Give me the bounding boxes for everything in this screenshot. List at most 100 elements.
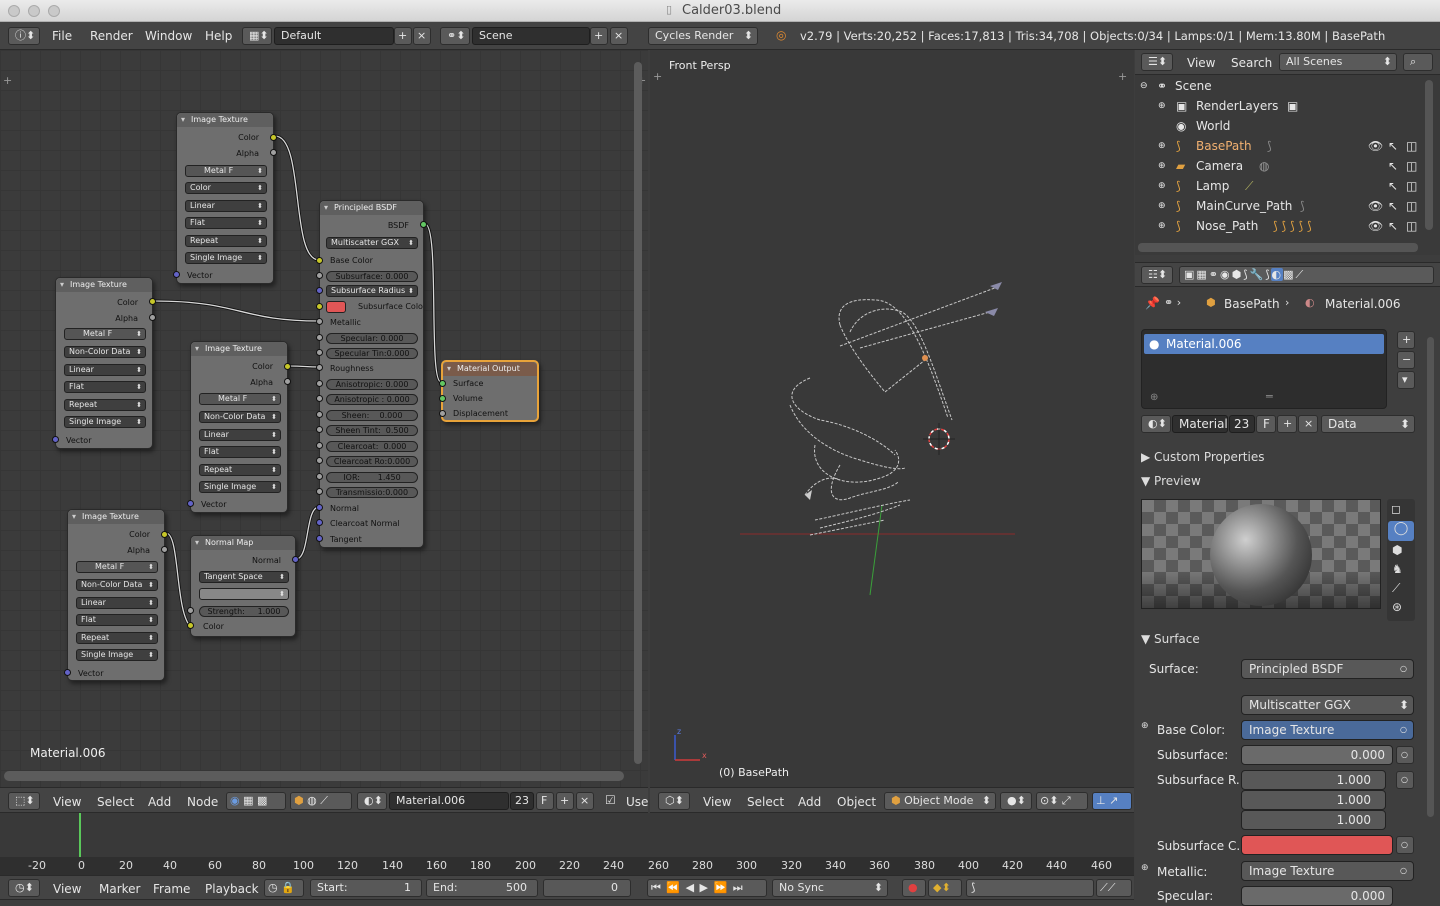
editor-type-properties-icon[interactable]: ☷⬍ xyxy=(1141,266,1173,284)
material-users-count[interactable]: 23 xyxy=(1229,415,1255,433)
color-space-select[interactable]: Non-Color Data xyxy=(199,411,281,423)
color-space-select[interactable]: Non-Color Data xyxy=(64,346,146,358)
subsurface-socket[interactable] xyxy=(316,272,323,279)
outliner-item-camera[interactable]: ⊕ ▰ Camera ◍ ↖ ◫ xyxy=(1135,156,1425,176)
volume-input-socket[interactable] xyxy=(439,395,446,402)
add-material-slot-icon[interactable]: + xyxy=(1397,331,1415,349)
interpolation-select[interactable]: Linear xyxy=(199,429,281,441)
unlink-material-icon[interactable]: × xyxy=(1298,415,1318,433)
metallic-link-select[interactable]: Image Texture ○ xyxy=(1241,861,1414,881)
editor-type-info-icon[interactable]: ⓘ⬍ xyxy=(8,27,40,45)
vector-input-socket[interactable] xyxy=(52,436,59,443)
image-texture-node-1[interactable]: Image Texture Color Alpha Metal F Color … xyxy=(173,112,277,284)
subsurface-slider[interactable]: 0.000 xyxy=(1241,745,1393,765)
menu-window[interactable]: Window xyxy=(145,27,192,45)
sheen-socket[interactable] xyxy=(316,411,323,418)
image-selector[interactable]: Metal F xyxy=(76,561,158,573)
add-scene-icon[interactable]: + xyxy=(590,27,608,45)
timeline-area[interactable]: -20 0 20 40 60 80 100 120 140 160 180 20… xyxy=(0,813,1134,875)
interpolation-select[interactable]: Linear xyxy=(76,597,158,609)
subsurface-color-socket[interactable] xyxy=(316,303,323,310)
sync-mode-select[interactable]: No Sync ⬍ xyxy=(772,879,888,897)
subsurface-radius-socket[interactable] xyxy=(316,287,323,294)
menu-select[interactable]: Select xyxy=(97,793,134,811)
subsurface-slider[interactable]: Subsurface: 0.000 xyxy=(326,271,418,282)
properties-context-tabs[interactable]: ▣▦⚭◉⬢⟆🔧⟆◐▩⟋ xyxy=(1179,266,1434,284)
subsurface-radius-z[interactable]: 1.000 xyxy=(1241,810,1386,830)
object-world-buttons[interactable]: ⬢ ◍ ⟋ xyxy=(290,792,352,810)
anisotropic-rotation-socket[interactable] xyxy=(316,395,323,402)
panel-preview[interactable]: ▼ Preview xyxy=(1141,471,1431,491)
current-frame-field[interactable]: 0 xyxy=(543,879,631,897)
strength-slider[interactable]: Strength: 1.000 xyxy=(199,606,289,617)
color-space-select[interactable]: Non-Color Data xyxy=(76,579,158,591)
clearcoat-socket[interactable] xyxy=(316,442,323,449)
preview-range-buttons[interactable]: ◷ 🔒 xyxy=(264,879,304,897)
menu-object[interactable]: Object xyxy=(837,793,876,811)
material-name-field[interactable]: Material. xyxy=(1172,415,1232,433)
image-texture-node-2[interactable]: Image Texture Color Alpha Metal F Non-Co… xyxy=(52,277,156,449)
base-color-link-select[interactable]: Image Texture ○ xyxy=(1241,720,1414,740)
surface-shader-select[interactable]: Principled BSDF ○ xyxy=(1241,659,1414,679)
tangent-socket[interactable] xyxy=(316,535,323,542)
base-color-socket[interactable] xyxy=(316,257,323,264)
specular-slider[interactable]: 0.000 xyxy=(1241,886,1393,906)
material-browse-icon[interactable]: ◐⬍ xyxy=(1141,415,1171,433)
menu-view[interactable]: View xyxy=(1187,54,1215,72)
transform-manipulator-icon[interactable]: ⊥ ↗ xyxy=(1092,792,1132,810)
source-select[interactable]: Single Image xyxy=(64,416,146,428)
extension-select[interactable]: Repeat xyxy=(199,464,281,476)
editor-type-outliner-icon[interactable]: ☰⬍ xyxy=(1141,53,1173,71)
editor-type-timeline-icon[interactable]: ◷⬍ xyxy=(8,879,40,897)
outliner-item-world[interactable]: ◉ World xyxy=(1135,116,1425,136)
metallic-socket[interactable] xyxy=(316,318,323,325)
alpha-output-socket[interactable] xyxy=(161,546,168,553)
vertical-scrollbar[interactable] xyxy=(634,62,642,764)
screen-layout-field[interactable]: Default xyxy=(274,27,394,45)
outliner-v-scrollbar[interactable] xyxy=(1425,80,1433,230)
node-editor[interactable]: + + Image Texture Color Alpha Metal F Co… xyxy=(0,50,648,787)
shader-type-buttons[interactable]: ◉ ▦ ▩ xyxy=(226,792,286,810)
material-browse-icon[interactable]: ◐⬍ xyxy=(357,792,387,810)
outliner-h-scrollbar[interactable] xyxy=(1138,243,1418,252)
clearcoat-roughness-slider[interactable]: Clearcoat Ro:0.000 xyxy=(326,456,418,467)
menu-view[interactable]: View xyxy=(53,880,81,898)
roughness-socket[interactable] xyxy=(316,364,323,371)
scene-icon[interactable]: ⚭⬍ xyxy=(440,27,470,45)
sheen-slider[interactable]: Sheen: 0.000 xyxy=(326,410,418,421)
outliner-item-renderlayers[interactable]: ⊕ ▣ RenderLayers ▣ xyxy=(1135,96,1425,116)
outliner-item-scene[interactable]: ⊖ ⚭ Scene xyxy=(1135,76,1425,96)
menu-add[interactable]: Add xyxy=(148,793,171,811)
outliner-item-basepath[interactable]: ⊕ ⟆ BasePath ⟆ 👁 ↖ ◫ xyxy=(1135,136,1425,156)
3d-viewport[interactable]: Front Persp + + z x (0) BasePath xyxy=(650,50,1134,787)
viewport-shading-icon[interactable]: ●⬍ xyxy=(1000,792,1032,810)
material-output-node[interactable]: Material Output Surface Volume Displacem… xyxy=(439,360,539,422)
start-frame-field[interactable]: Start: 1 xyxy=(310,879,422,897)
specular-slider[interactable]: Specular: 0.000 xyxy=(326,333,418,344)
panel-custom-properties[interactable]: ▶ Custom Properties xyxy=(1141,447,1431,467)
alpha-output-socket[interactable] xyxy=(284,378,291,385)
list-resize-icon[interactable]: ⊕ xyxy=(1150,392,1158,403)
active-keying-set-field[interactable]: ⟆ xyxy=(966,879,1094,897)
menu-view[interactable]: View xyxy=(703,793,731,811)
pin-icon[interactable]: 📌 xyxy=(1145,296,1160,310)
menu-file[interactable]: File xyxy=(52,27,72,45)
zoom-window-button[interactable] xyxy=(48,5,60,17)
extension-select[interactable]: Repeat xyxy=(64,399,146,411)
outliner-item-lamp[interactable]: ⊕ ⟆ Lamp ⟋ ↖ ◫ xyxy=(1135,176,1425,196)
specular-socket[interactable] xyxy=(316,334,323,341)
material-slot-list[interactable]: ● Material.006 ⊕ ═ xyxy=(1141,329,1387,409)
screen-layout-icon[interactable]: ▦⬍ xyxy=(242,27,272,45)
current-frame-marker[interactable] xyxy=(79,813,81,859)
color-output-socket[interactable] xyxy=(149,298,156,305)
transmission-socket[interactable] xyxy=(316,488,323,495)
new-material-icon[interactable]: + xyxy=(1277,415,1297,433)
subsurface-radius-y[interactable]: 1.000 xyxy=(1241,790,1386,810)
expand-left-icon[interactable]: + xyxy=(3,74,12,87)
subsurface-radius-link-icon[interactable]: ○ xyxy=(1396,771,1414,789)
menu-node[interactable]: Node xyxy=(187,793,218,811)
remove-screen-icon[interactable]: × xyxy=(413,27,431,45)
slot-specials-icon[interactable]: ▾ xyxy=(1397,371,1415,389)
outliner-item-nose-path[interactable]: ⊕ ⟆ Nose_Path ⟆ ⟆ ⟆ ⟆ ⟆ 👁 ↖ ◫ xyxy=(1135,216,1425,236)
playback-controls[interactable]: ⏮ ⏪ ◀ ▶ ⏩ ⏭ xyxy=(647,879,767,897)
